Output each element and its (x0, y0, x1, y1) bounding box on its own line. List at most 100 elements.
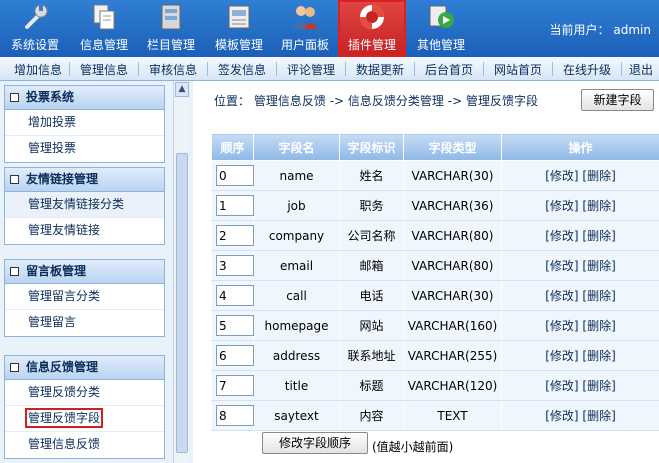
sidebar-group-title[interactable]: 留言板管理 (5, 260, 164, 284)
actions-cell: [修改] [删除] (501, 250, 659, 281)
sidebar-item-manage-feedback-category[interactable]: 管理反馈分类 (5, 380, 164, 406)
delete-link[interactable]: [删除] (582, 319, 615, 333)
edit-link[interactable]: [修改] (545, 229, 578, 243)
sidebar-item-manage-messages[interactable]: 管理留言 (5, 310, 164, 336)
sidebar-item-manage-link-category[interactable]: 管理友情链接分类 (5, 192, 164, 218)
edit-link[interactable]: [修改] (545, 169, 578, 183)
breadcrumb-link[interactable]: 信息反馈分类管理 (348, 94, 444, 108)
order-input[interactable] (216, 315, 254, 336)
order-cell (211, 400, 254, 431)
header-field-label: 字段标识 (339, 133, 404, 161)
field-type-cell: VARCHAR(30) (403, 280, 502, 311)
submenu-online-upgrade[interactable]: 在线升级 (563, 61, 611, 78)
delete-link[interactable]: [删除] (582, 409, 615, 423)
field-type-cell: VARCHAR(80) (403, 250, 502, 281)
nav-plugin-management[interactable]: 插件管理 (338, 0, 406, 57)
nav-template-management[interactable]: 模板管理 (210, 0, 268, 57)
edit-link[interactable]: [修改] (545, 349, 578, 363)
nav-system-settings[interactable]: 系统设置 (4, 0, 66, 57)
scroll-up-arrow-icon[interactable]: ▲ (175, 82, 189, 97)
delete-link[interactable]: [删除] (582, 229, 615, 243)
actions-cell: [修改] [删除] (501, 280, 659, 311)
submenu-separator (621, 62, 622, 76)
field-name-cell: address (253, 340, 340, 371)
submenu-comment-management[interactable]: 评论管理 (287, 61, 335, 78)
order-input[interactable] (216, 165, 254, 186)
order-input[interactable] (216, 195, 254, 216)
sidebar-item-add-vote[interactable]: 增加投票 (5, 110, 164, 136)
submenu-site-home[interactable]: 网站首页 (494, 61, 542, 78)
lifebuoy-icon (360, 5, 384, 29)
nav-user-panel[interactable]: 用户面板 (276, 0, 334, 57)
table-row: homepage网站VARCHAR(160)[修改] [删除] (211, 310, 659, 341)
order-input[interactable] (216, 225, 254, 246)
field-label-cell: 电话 (339, 280, 404, 311)
order-input[interactable] (216, 345, 254, 366)
delete-link[interactable]: [删除] (582, 169, 615, 183)
field-type-cell: VARCHAR(36) (403, 190, 502, 221)
collapse-box-icon (10, 93, 19, 102)
sidebar: 投票系统 增加投票 管理投票 友情链接管理 管理友情链接分类 管理友情链接 留言… (0, 81, 193, 463)
breadcrumb-link[interactable]: 管理信息反馈 (254, 94, 326, 108)
edit-link[interactable]: [修改] (545, 319, 578, 333)
delete-link[interactable]: [删除] (582, 259, 615, 273)
order-input[interactable] (216, 285, 254, 306)
table-header-row: 顺序 字段名 字段标识 字段类型 操作 (211, 133, 659, 161)
breadcrumb-link[interactable]: 管理反馈字段 (466, 94, 538, 108)
sidebar-group-title[interactable]: 友情链接管理 (5, 168, 164, 192)
new-field-button[interactable]: 新建字段 (581, 89, 654, 111)
submenu-audit-info[interactable]: 审核信息 (149, 61, 197, 78)
edit-link[interactable]: [修改] (545, 259, 578, 273)
submenu-admin-home[interactable]: 后台首页 (425, 61, 473, 78)
submenu-add-info[interactable]: 增加信息 (14, 61, 62, 78)
edit-link[interactable]: [修改] (545, 199, 578, 213)
scrollbar-thumb[interactable] (176, 153, 188, 453)
edit-link[interactable]: [修改] (545, 409, 578, 423)
order-input[interactable] (216, 255, 254, 276)
submenu-data-update[interactable]: 数据更新 (356, 61, 404, 78)
nav-column-management[interactable]: 栏目管理 (142, 0, 200, 57)
order-cell (211, 340, 254, 371)
submenu-manage-info[interactable]: 管理信息 (80, 61, 128, 78)
field-label-cell: 网站 (339, 310, 404, 341)
field-name-cell: company (253, 220, 340, 251)
field-name-cell: email (253, 250, 340, 281)
edit-link[interactable]: [修改] (545, 289, 578, 303)
nav-info-management[interactable]: 信息管理 (75, 0, 133, 57)
order-input[interactable] (216, 405, 254, 426)
collapse-box-icon (10, 175, 19, 184)
actions-cell: [修改] [删除] (501, 190, 659, 221)
template-icon (228, 5, 250, 29)
modify-order-button[interactable]: 修改字段顺序 (262, 432, 368, 454)
actions-cell: [修改] [删除] (501, 370, 659, 401)
main-content: 位置： 管理信息反馈 -> 信息反馈分类管理 -> 管理反馈字段 新建字段 顺序… (200, 81, 659, 463)
field-label-cell: 姓名 (339, 160, 404, 191)
sidebar-group-title[interactable]: 信息反馈管理 (5, 356, 164, 380)
nav-other-management[interactable]: 其他管理 (412, 0, 470, 57)
edit-link[interactable]: [修改] (545, 379, 578, 393)
delete-link[interactable]: [删除] (582, 289, 615, 303)
top-nav-bar: 系统设置 信息管理 栏目管理 模板管理 用户面板 插件管理 其他管理 当前用户：… (0, 0, 659, 57)
wrench-icon (25, 4, 48, 29)
sidebar-scrollbar[interactable]: ▲ (173, 81, 189, 463)
delete-link[interactable]: [删除] (582, 379, 615, 393)
order-note: (值越小越前面) (372, 440, 454, 454)
sidebar-item-manage-vote[interactable]: 管理投票 (5, 136, 164, 162)
sidebar-item-manage-links[interactable]: 管理友情链接 (5, 218, 164, 244)
submenu-separator (483, 62, 484, 76)
collapse-box-icon (10, 363, 19, 372)
breadcrumb: 位置： 管理信息反馈 -> 信息反馈分类管理 -> 管理反馈字段 (214, 94, 538, 108)
sidebar-item-manage-feedback[interactable]: 管理信息反馈 (5, 432, 164, 458)
media-icon (429, 5, 454, 28)
submenu-separator (207, 62, 208, 76)
submenu-logout[interactable]: 退出 (629, 61, 653, 78)
delete-link[interactable]: [删除] (582, 199, 615, 213)
order-input[interactable] (216, 375, 254, 396)
submenu-sign-info[interactable]: 签发信息 (218, 61, 266, 78)
sidebar-item-manage-feedback-fields[interactable]: 管理反馈字段 (5, 406, 164, 432)
sidebar-group-title[interactable]: 投票系统 (5, 86, 164, 110)
delete-link[interactable]: [删除] (582, 349, 615, 363)
field-type-cell: VARCHAR(120) (403, 370, 502, 401)
sidebar-item-manage-message-category[interactable]: 管理留言分类 (5, 284, 164, 310)
order-cell (211, 160, 254, 191)
